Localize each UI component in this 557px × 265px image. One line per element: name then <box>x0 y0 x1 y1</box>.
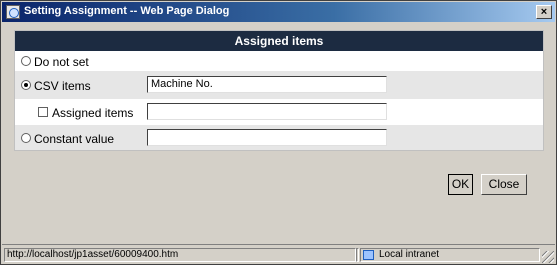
zone-label: Local intranet <box>379 249 440 260</box>
label-csv-items: CSV items <box>34 79 91 93</box>
label-assigned-items: Assigned items <box>52 106 134 120</box>
row-assigned-items: Assigned items <box>15 99 543 125</box>
row-do-not-set: Do not set <box>15 51 543 71</box>
radio-csv-items[interactable] <box>21 80 31 90</box>
panel-header: Assigned items <box>15 31 543 51</box>
title-bar: Setting Assignment -- Web Page Dialog × <box>2 2 555 22</box>
radio-constant-value[interactable] <box>21 133 31 143</box>
label-do-not-set: Do not set <box>34 55 89 69</box>
ok-button[interactable]: OK <box>448 174 473 195</box>
status-bar: http://localhost/jp1asset/60009400.htm L… <box>2 244 555 264</box>
row-constant-value: Constant value <box>15 125 543 150</box>
status-zone: Local intranet <box>360 248 540 262</box>
intranet-zone-icon <box>363 250 374 260</box>
ie-page-icon <box>6 5 20 19</box>
assigned-items-field[interactable] <box>147 103 387 120</box>
assigned-items-panel: Assigned items Do not set CSV items Mach… <box>14 30 544 151</box>
row-csv-items: CSV items Machine No. <box>15 71 543 99</box>
csv-items-field[interactable]: Machine No. <box>147 76 387 93</box>
close-window-button[interactable]: × <box>536 5 552 19</box>
label-constant-value: Constant value <box>34 132 115 146</box>
dialog-window: Setting Assignment -- Web Page Dialog × … <box>0 0 557 265</box>
constant-value-field[interactable] <box>147 129 387 146</box>
checkbox-assigned-items[interactable] <box>38 107 48 117</box>
status-divider <box>356 248 359 262</box>
window-title: Setting Assignment -- Web Page Dialog <box>24 5 230 17</box>
status-url: http://localhost/jp1asset/60009400.htm <box>4 248 356 262</box>
resize-grip[interactable] <box>542 251 554 263</box>
radio-do-not-set[interactable] <box>21 56 31 66</box>
close-button[interactable]: Close <box>481 174 527 195</box>
